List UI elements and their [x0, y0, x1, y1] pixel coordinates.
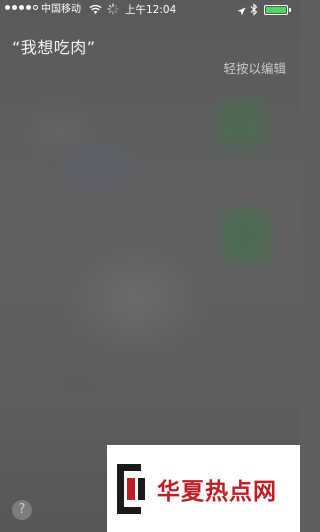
signal-dot	[12, 5, 17, 10]
signal-dot	[26, 5, 31, 10]
status-bar: 中国移动 上午12:04	[0, 0, 300, 20]
carrier-name: 中国移动	[41, 4, 81, 15]
signal-dot	[5, 5, 10, 10]
blurred-app-icon	[218, 100, 266, 148]
signal-dot	[19, 5, 24, 10]
activity-spinner-icon	[107, 3, 119, 23]
blurred-app-shape	[62, 150, 132, 186]
battery-tip	[289, 8, 291, 12]
help-button[interactable]: ?	[12, 500, 32, 520]
location-arrow-icon	[237, 4, 246, 24]
signal-dot	[33, 5, 38, 10]
status-time: 上午12:04	[125, 4, 177, 16]
tap-to-edit-hint[interactable]: 轻按以编辑	[223, 58, 286, 77]
watermark: 华夏热点网	[107, 445, 300, 532]
battery-level	[266, 7, 286, 13]
watermark-logo	[117, 463, 145, 514]
wifi-icon	[89, 3, 102, 23]
bluetooth-icon	[250, 3, 258, 24]
watermark-text: 华夏热点网	[157, 478, 277, 505]
siri-query-text[interactable]: “我想吃肉”	[12, 34, 96, 58]
blurred-app-icon	[222, 210, 270, 262]
signal-strength-indicator	[5, 5, 38, 10]
battery-icon	[264, 5, 291, 15]
